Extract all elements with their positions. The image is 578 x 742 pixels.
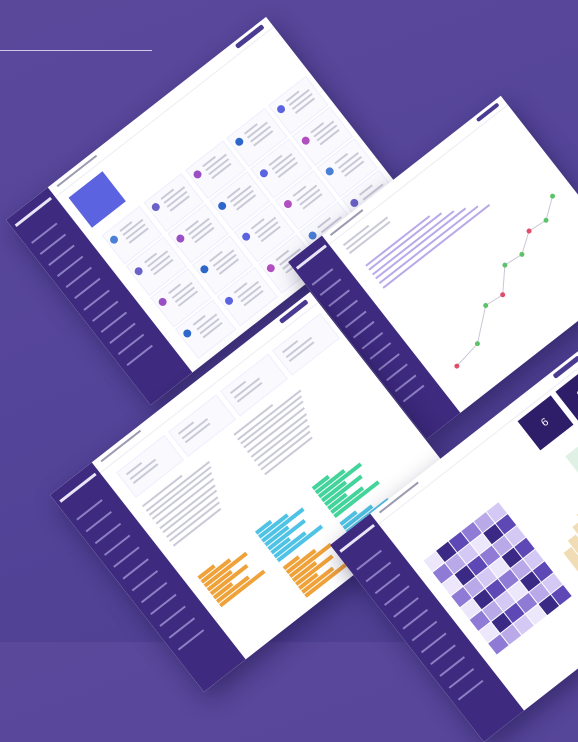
top-bar-action-button[interactable] — [279, 299, 309, 324]
data-point — [483, 302, 489, 308]
line-chart — [454, 193, 556, 368]
sidebar-nav-item[interactable] — [439, 656, 465, 677]
sidebar-nav-item[interactable] — [122, 558, 149, 580]
sidebar-nav-item[interactable] — [328, 288, 350, 307]
sidebar-nav-item[interactable] — [100, 311, 127, 333]
sidebar-nav-item[interactable] — [159, 605, 186, 627]
sidebar-nav-item[interactable] — [356, 549, 382, 571]
sidebar-nav-item[interactable] — [31, 222, 58, 244]
sidebar-nav-item[interactable] — [361, 331, 383, 350]
sidebar-nav-item[interactable] — [131, 570, 159, 592]
sidebar-nav-item[interactable] — [369, 342, 392, 360]
data-point — [550, 193, 556, 199]
histogram-bar — [563, 546, 578, 593]
sidebar-logo — [15, 197, 52, 228]
sidebar-nav-item[interactable] — [384, 585, 410, 606]
data-point — [500, 291, 506, 297]
sidebar-nav-item[interactable] — [48, 244, 75, 266]
data-point — [502, 261, 508, 267]
sidebar-nav-item[interactable] — [365, 561, 392, 583]
series-line — [456, 195, 554, 366]
sidebar-nav-item[interactable] — [92, 300, 119, 322]
sidebar-nav-item[interactable] — [178, 629, 205, 651]
sidebar-nav-item[interactable] — [393, 597, 419, 618]
sidebar-nav-item[interactable] — [402, 384, 425, 403]
sidebar-nav-item[interactable] — [126, 344, 153, 366]
sidebar-nav-item[interactable] — [118, 333, 145, 355]
sidebar-nav-item[interactable] — [65, 266, 93, 289]
sidebar-nav-item[interactable] — [430, 644, 456, 665]
kpi-value: 6 — [538, 415, 551, 429]
sidebar-nav-item[interactable] — [76, 499, 103, 521]
sidebar-nav-item[interactable] — [448, 668, 475, 689]
sidebar-nav-item[interactable] — [394, 374, 417, 392]
data-point — [543, 217, 549, 223]
sidebar-nav-item[interactable] — [402, 608, 428, 630]
sidebar-nav-item[interactable] — [95, 522, 122, 544]
data-point — [526, 227, 532, 233]
sidebar-nav-item[interactable] — [85, 511, 112, 533]
sidebar-logo — [59, 472, 97, 503]
sidebar-nav-item[interactable] — [109, 322, 136, 344]
top-bar-action-button[interactable] — [235, 24, 265, 49]
data-point — [519, 251, 525, 257]
sidebar-nav-item[interactable] — [319, 278, 342, 296]
sidebar-nav-item[interactable] — [374, 573, 401, 595]
sidebar-nav-item[interactable] — [421, 632, 447, 654]
sidebar-nav-item[interactable] — [411, 620, 438, 642]
sidebar-nav-item[interactable] — [104, 534, 131, 556]
sidebar-nav-item[interactable] — [39, 233, 67, 255]
sidebar-nav-item[interactable] — [57, 255, 84, 277]
sidebar-nav-item[interactable] — [74, 278, 101, 300]
decorative-line — [0, 50, 152, 51]
sidebar-nav-item[interactable] — [168, 617, 196, 639]
sidebar-nav-item[interactable] — [344, 310, 367, 328]
sidebar-nav-item[interactable] — [83, 289, 110, 311]
sidebar-nav-item[interactable] — [336, 299, 359, 318]
sidebar-nav-item[interactable] — [141, 581, 168, 604]
sidebar-nav-item[interactable] — [386, 363, 408, 381]
sidebar-nav-item[interactable] — [311, 267, 334, 286]
sidebar-nav-item[interactable] — [150, 593, 177, 615]
sidebar-nav-item[interactable] — [457, 679, 484, 701]
sidebar-nav-item[interactable] — [377, 352, 400, 371]
sidebar-nav-item[interactable] — [113, 546, 140, 568]
top-bar-action-button[interactable] — [475, 102, 500, 123]
sidebar-nav-item[interactable] — [353, 320, 375, 339]
